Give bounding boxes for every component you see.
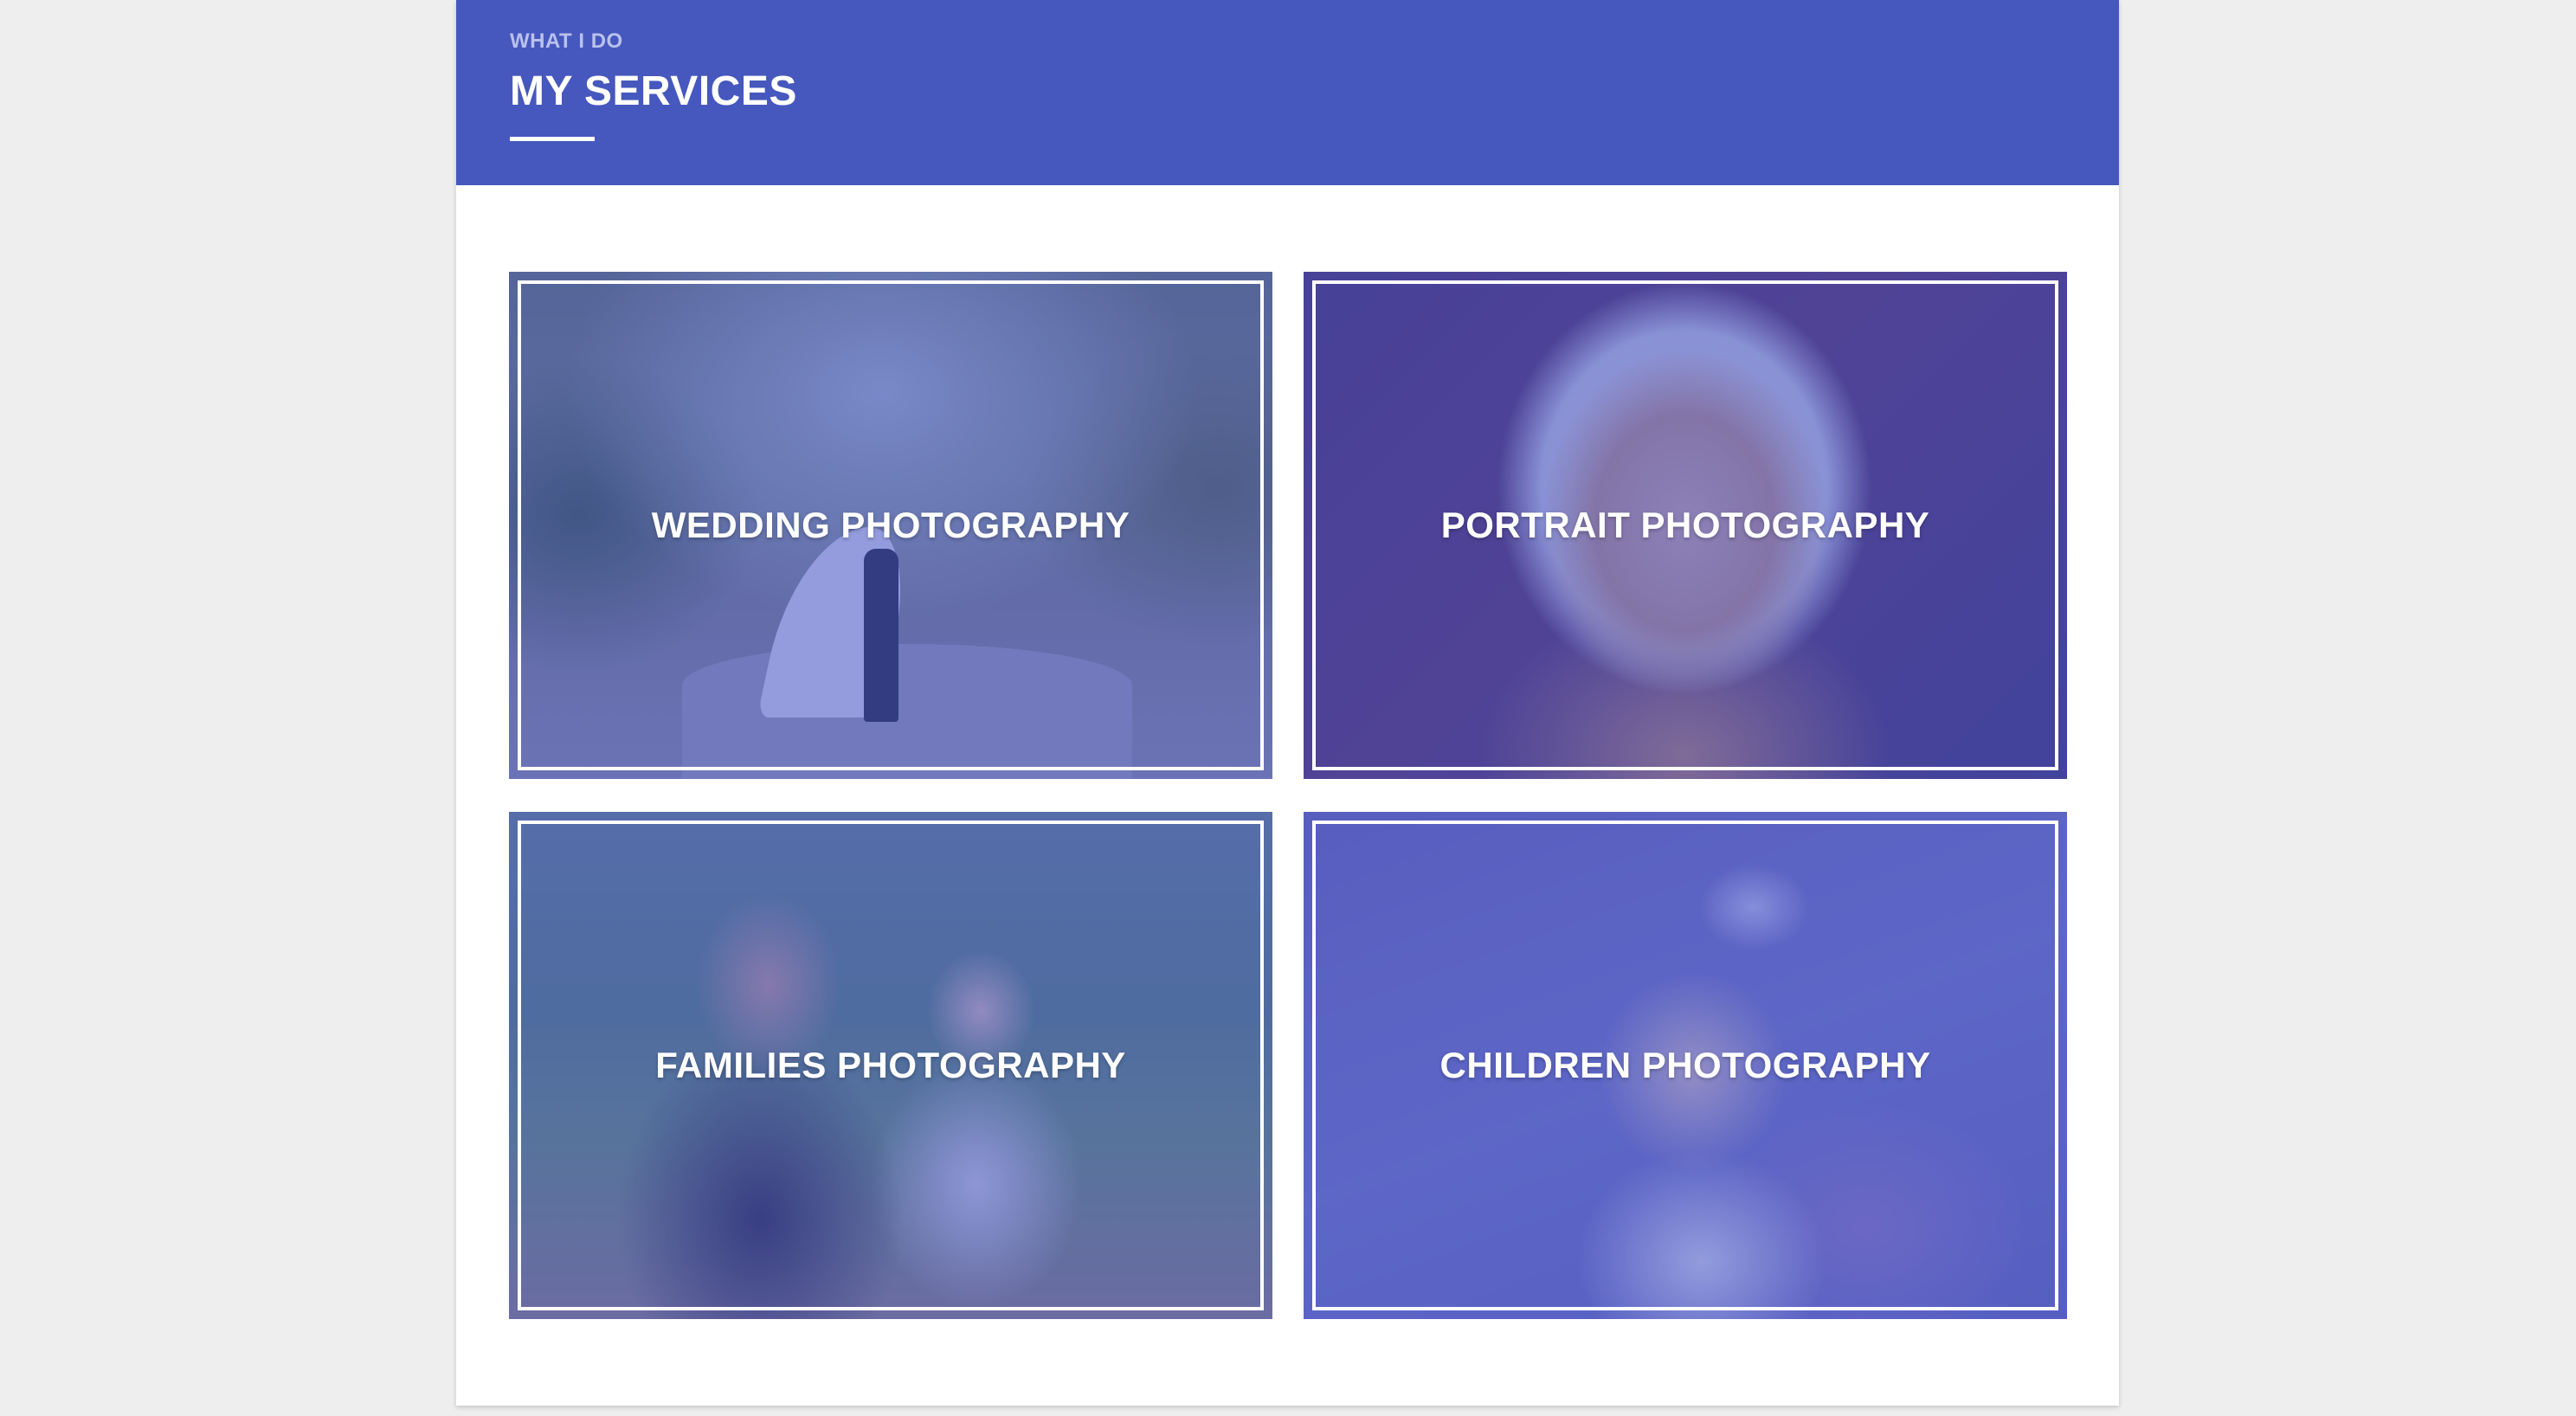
service-tile-portrait[interactable]: PORTRAIT PHOTOGRAPHY <box>1304 272 2067 779</box>
section-header: WHAT I DO MY SERVICES <box>456 0 2119 185</box>
service-label: PORTRAIT PHOTOGRAPHY <box>1440 505 1930 545</box>
section-eyebrow: WHAT I DO <box>510 29 623 53</box>
service-label: CHILDREN PHOTOGRAPHY <box>1439 1045 1931 1085</box>
service-tile-families[interactable]: FAMILIES PHOTOGRAPHY <box>509 812 1272 1319</box>
services-page-card: WHAT I DO MY SERVICES WEDDING PHOTOGRAPH… <box>456 0 2119 1406</box>
service-tile-wedding[interactable]: WEDDING PHOTOGRAPHY <box>509 272 1272 779</box>
section-title: MY SERVICES <box>510 68 797 114</box>
title-underline <box>510 137 595 141</box>
service-tile-children[interactable]: CHILDREN PHOTOGRAPHY <box>1304 812 2067 1319</box>
service-label: WEDDING PHOTOGRAPHY <box>651 505 1130 545</box>
service-label: FAMILIES PHOTOGRAPHY <box>655 1045 1126 1085</box>
